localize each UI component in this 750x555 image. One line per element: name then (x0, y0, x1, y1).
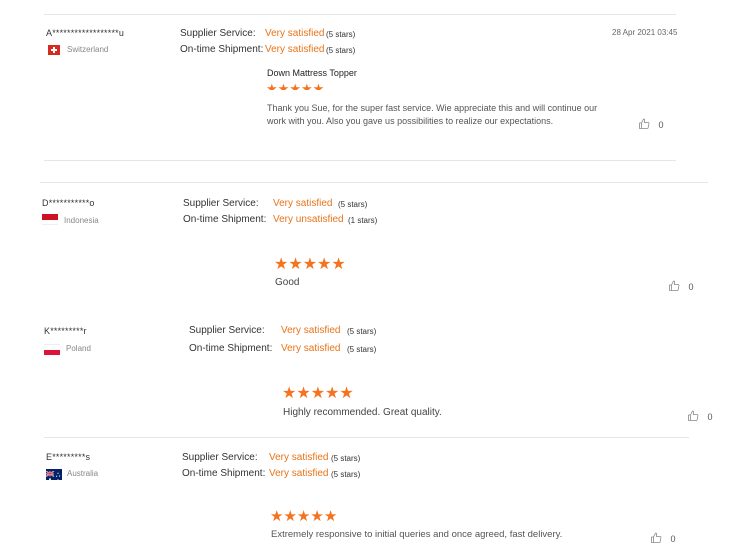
on-time-shipment-label: On-time Shipment: (189, 343, 273, 354)
on-time-shipment-value: Very satisfied (265, 44, 325, 55)
like-count: 0 (688, 282, 694, 292)
supplier-service-value: Very satisfied (269, 452, 329, 463)
top-divider (44, 14, 676, 15)
on-time-shipment-stars: (1 stars) (348, 216, 378, 225)
on-time-shipment-stars: (5 stars) (347, 345, 377, 354)
product-name[interactable]: Down Mattress Topper (267, 68, 357, 78)
supplier-service-label: Supplier Service: (180, 28, 256, 39)
supplier-service-stars: (5 stars) (326, 30, 356, 39)
on-time-shipment-value: Very satisfied (281, 343, 341, 354)
buyer-country: Australia (67, 469, 99, 478)
star-icon: ★ (310, 385, 326, 402)
review-date: 28 Apr 2021 03:45 (612, 28, 678, 37)
buyer-name: A******************u (46, 28, 125, 38)
star-icon: ★ (331, 256, 346, 273)
review-divider (44, 437, 689, 438)
on-time-shipment-stars: (5 stars) (331, 470, 361, 479)
star-icon: ★ (288, 256, 303, 273)
like-count: 0 (658, 120, 664, 130)
thumbs-up-icon (639, 118, 650, 129)
like-button[interactable]: 0 (650, 529, 675, 547)
on-time-shipment-value: Very unsatisfied (273, 214, 344, 225)
review-comment: Highly recommended. Great quality. (283, 407, 442, 418)
star-icon: ★ (302, 256, 318, 273)
like-count: 0 (707, 412, 713, 422)
supplier-service-stars: (5 stars) (347, 327, 377, 336)
star-icon: ★ (266, 81, 278, 90)
on-time-shipment-label: On-time Shipment: (180, 44, 264, 55)
buyer-name: K*********r (44, 326, 87, 336)
supplier-service-value: Very satisfied (281, 325, 341, 336)
star-icon: ★ (270, 508, 284, 525)
star-icon: ★ (317, 256, 332, 273)
supplier-service-value: Very satisfied (273, 198, 333, 209)
australia-flag-icon (46, 469, 62, 480)
star-icon: ★ (339, 385, 354, 402)
star-icon: ★ (277, 81, 290, 90)
review-comment: Thank you Sue, for the super fast servic… (267, 103, 598, 126)
star-icon: ★ (312, 81, 325, 90)
on-time-shipment-stars: (5 stars) (326, 46, 356, 55)
star-icon: ★ (296, 508, 311, 525)
buyer-name: E*********s (46, 452, 91, 462)
review-divider (40, 182, 708, 183)
buyer-country: Switzerland (67, 45, 109, 54)
star-icon: ★ (323, 508, 338, 525)
star-icon: ★ (282, 385, 297, 402)
thumbs-up-icon (669, 280, 680, 291)
indonesia-flag-icon (42, 214, 58, 225)
supplier-service-stars: (5 stars) (338, 200, 368, 209)
rating-stars: ★★★★★ (282, 383, 354, 403)
star-icon: ★ (300, 81, 313, 90)
like-button[interactable]: 0 (687, 407, 712, 425)
thumbs-up-icon (688, 410, 699, 421)
poland-flag-icon (44, 344, 60, 355)
on-time-shipment-label: On-time Shipment: (183, 214, 267, 225)
switzerland-flag-icon (48, 45, 60, 55)
thumbs-up-icon (651, 532, 662, 543)
like-button[interactable]: 0 (638, 115, 663, 133)
buyer-country: Poland (66, 344, 91, 353)
review-divider (44, 160, 676, 161)
star-icon: ★ (325, 385, 340, 402)
rating-stars: ★★★★★ (266, 80, 324, 90)
star-icon: ★ (310, 508, 324, 525)
rating-stars: ★★★★★ (270, 507, 337, 525)
supplier-service-value: Very satisfied (265, 28, 325, 39)
on-time-shipment-value: Very satisfied (269, 468, 329, 479)
star-icon: ★ (296, 385, 311, 402)
star-icon: ★ (274, 256, 289, 273)
rating-stars: ★★★★★ (274, 254, 346, 274)
supplier-service-stars: (5 stars) (331, 454, 361, 463)
supplier-service-label: Supplier Service: (182, 452, 258, 463)
supplier-service-label: Supplier Service: (189, 325, 265, 336)
on-time-shipment-label: On-time Shipment: (182, 468, 266, 479)
buyer-country: Indonesia (64, 216, 99, 225)
like-count: 0 (670, 534, 676, 544)
like-button[interactable]: 0 (668, 277, 693, 295)
star-icon: ★ (289, 81, 301, 90)
supplier-service-label: Supplier Service: (183, 198, 259, 209)
buyer-name: D***********o (42, 198, 95, 208)
australia-flag-graphic (46, 470, 62, 480)
star-icon: ★ (283, 508, 297, 525)
review-comment: Extremely responsive to initial queries … (271, 529, 563, 540)
review-comment: Good (275, 277, 300, 288)
